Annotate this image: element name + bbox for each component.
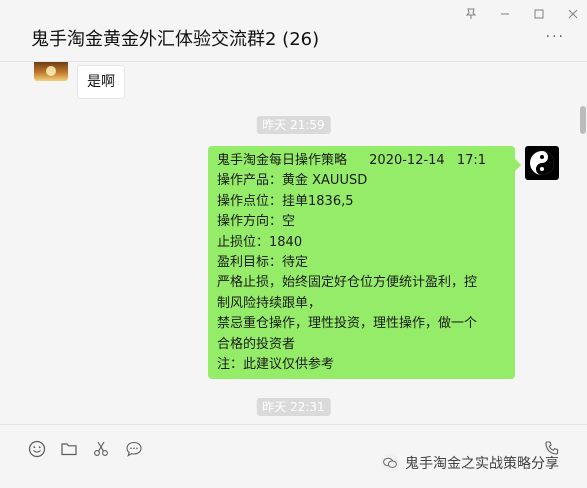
message-line: 盈利目标：待定	[217, 255, 309, 271]
message-line: 合格的投资者	[217, 336, 296, 352]
message-line: 操作点位：挂单1836,5	[217, 193, 354, 209]
avatar[interactable]	[34, 62, 68, 81]
maximize-icon[interactable]	[531, 6, 547, 22]
input-toolbar: 鬼手淘金之实战策略分享	[0, 424, 587, 488]
strategy-date: 2020-12-14	[369, 153, 445, 168]
chat-header: 鬼手淘金黄金外汇体验交流群2 (26) ···	[0, 0, 587, 62]
emoji-icon[interactable]	[27, 439, 47, 459]
timestamp: 昨天 21:59	[256, 116, 331, 134]
message-line: 鬼手淘金每日操作策略 2020-12-14 17:1	[217, 151, 506, 171]
chat-area[interactable]: 是啊 昨天 21:59 鬼手淘金每日操作策略 2020-12-14 17:1 操…	[0, 62, 587, 424]
pin-icon[interactable]	[463, 6, 479, 22]
folder-icon[interactable]	[59, 439, 79, 459]
wechat-icon	[381, 454, 399, 472]
avatar[interactable]	[525, 146, 559, 180]
message-line: 制风险持续跟单，	[217, 295, 322, 311]
more-button[interactable]: ···	[546, 30, 565, 44]
message-line: 注：此建议仅供参考	[217, 357, 335, 373]
message-line: 止损位：1840	[217, 234, 303, 250]
close-icon[interactable]	[565, 6, 581, 22]
strategy-name: 鬼手淘金每日操作策略	[217, 153, 348, 168]
watermark-text: 鬼手淘金之实战策略分享	[405, 456, 559, 472]
strategy-time: 17:1	[456, 153, 487, 168]
timestamp: 昨天 22:31	[256, 398, 331, 416]
scissors-icon[interactable]	[91, 439, 111, 459]
message-line: 严格止损，始终固定好仓位方便统计盈利，控	[217, 275, 478, 291]
watermark: 鬼手淘金之实战策略分享	[381, 453, 559, 473]
chat-title: 鬼手淘金黄金外汇体验交流群2 (26)	[31, 29, 320, 50]
scrollbar[interactable]	[580, 106, 586, 134]
minimize-icon[interactable]	[497, 6, 513, 22]
message-bubble-left[interactable]: 是啊	[77, 65, 125, 99]
window-controls	[463, 6, 581, 22]
avatar-highlight	[46, 66, 56, 76]
chat-bubble-icon[interactable]	[124, 439, 144, 459]
message-bubble-right[interactable]: 鬼手淘金每日操作策略 2020-12-14 17:1 操作产品：黄金 XAUUS…	[208, 146, 521, 379]
message-line: 操作产品：黄金 XAUUSD	[217, 173, 368, 189]
message-line: 禁忌重仓操作，理性投资，理性操作，做一个	[217, 316, 478, 332]
yin-yang-icon	[530, 151, 554, 175]
message-line: 操作方向：空	[217, 214, 296, 230]
